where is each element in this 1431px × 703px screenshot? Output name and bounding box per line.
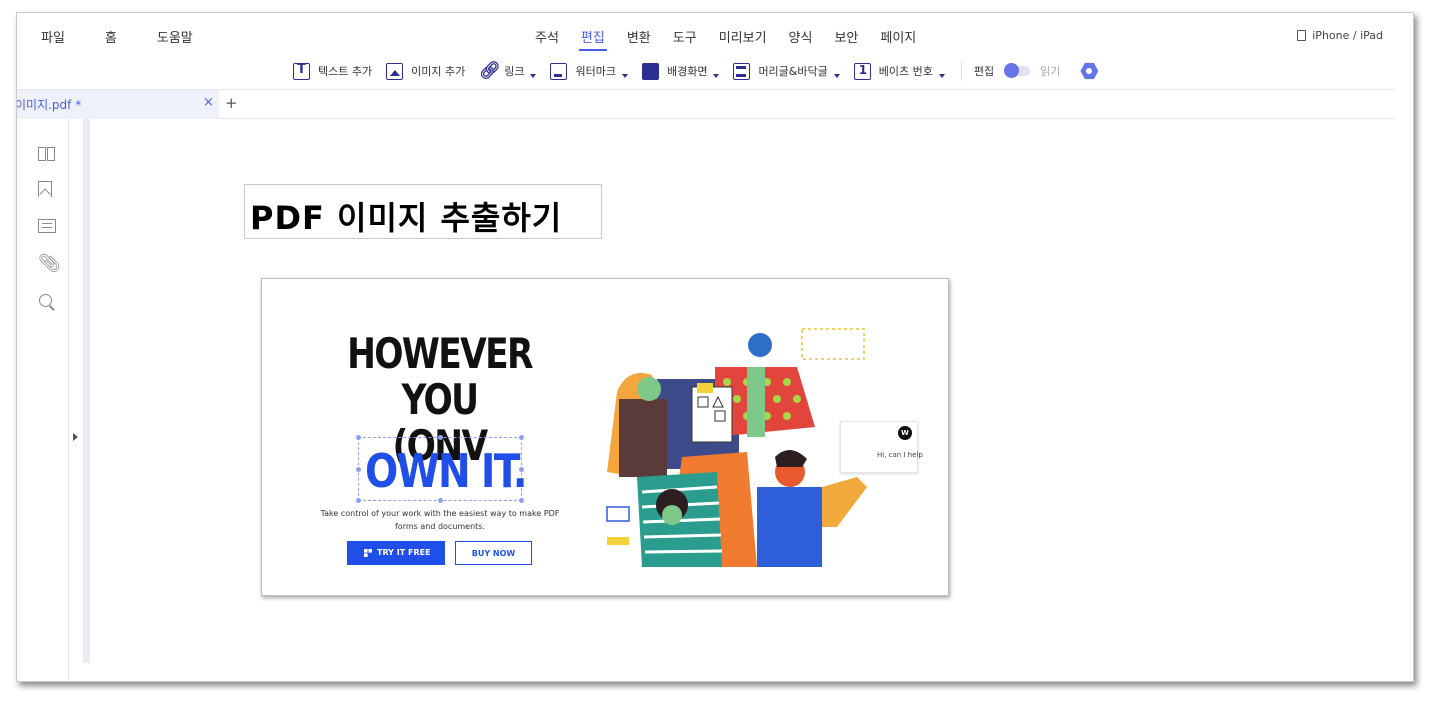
tab-filename: 이미지.pdf * [16, 98, 82, 112]
link-label: 링크 [504, 65, 525, 78]
background-icon [641, 62, 659, 80]
menu-tools[interactable]: 도구 [673, 27, 697, 46]
image-highlight-text: OWN IT. [365, 444, 528, 498]
menu-file[interactable]: 파일 [41, 27, 65, 46]
header-footer-button[interactable]: 머리글&바닥글 [733, 62, 840, 80]
chat-avatar-icon: W [898, 426, 912, 440]
chevron-down-icon [713, 74, 720, 78]
background-button[interactable]: 배경화면 [641, 62, 720, 80]
resize-handle [438, 435, 443, 440]
embedded-image[interactable]: HOWEVER YOU (ONV OWN IT. Take control of… [261, 278, 949, 596]
chevron-down-icon [938, 74, 945, 78]
menu-security[interactable]: 보안 [834, 27, 858, 46]
image-description: Take control of your work with the easie… [320, 509, 560, 531]
arm-shape [822, 477, 867, 527]
watermark-button[interactable]: 워터마크 [550, 62, 628, 80]
tab-bar: 이미지.pdf * × + [17, 89, 1395, 119]
image-try-label: TRY IT FREE [377, 548, 431, 557]
blue-shirt-shape [757, 487, 822, 567]
bates-number-icon [853, 62, 871, 80]
background-label: 배경화면 [666, 65, 708, 78]
resize-handle [519, 467, 524, 472]
mobile-device-icon [1297, 30, 1307, 41]
menu-edit[interactable]: 편집 [578, 27, 607, 51]
jacket-shape [619, 399, 667, 477]
left-sidebar: 📎︎ [17, 119, 69, 681]
resize-handle [519, 498, 524, 503]
app-window: 파일 홈 도움말 주석 편집 변환 도구 미리보기 양식 보안 페이지 iPho… [16, 12, 1414, 682]
chevron-down-icon [833, 74, 840, 78]
menu-convert[interactable]: 변환 [627, 27, 651, 46]
menu-tabs: 주석 편집 변환 도구 미리보기 양식 보안 페이지 [535, 27, 938, 51]
search-icon[interactable] [38, 293, 56, 311]
text-icon [293, 62, 310, 80]
paper-shape [691, 386, 733, 443]
watermark-icon [550, 62, 568, 80]
image-buy-button: BUY NOW [455, 541, 532, 565]
menu-home[interactable]: 홈 [105, 27, 117, 46]
dashed-frame-shape [801, 328, 865, 360]
header-footer-label: 머리글&바닥글 [758, 65, 828, 78]
menu-help[interactable]: 도움말 [157, 27, 193, 46]
device-label: iPhone / iPad [1312, 29, 1383, 42]
toolbar-divider [960, 61, 962, 81]
comment-icon[interactable] [38, 219, 56, 233]
image-highlight-box: OWN IT. [356, 435, 528, 503]
bates-number-label: 베이츠 번호 [878, 65, 933, 78]
resize-handle [356, 467, 361, 472]
menu-comment[interactable]: 주석 [535, 27, 559, 46]
panel-gutter [83, 119, 90, 663]
device-button[interactable]: iPhone / iPad [1297, 29, 1383, 42]
link-button[interactable]: 🔗︎ 링크 [479, 60, 537, 81]
chat-widget: W Hi, can I help [840, 421, 923, 473]
settings-hex-icon[interactable] [1080, 62, 1099, 80]
resize-handle [356, 435, 361, 440]
document-canvas: PDF 이미지 추출하기 HOWEVER YOU (ONV OWN IT. Ta… [91, 119, 1395, 681]
expand-panel-icon[interactable] [73, 433, 78, 441]
header-footer-icon [733, 62, 751, 80]
thumbnails-icon[interactable] [38, 145, 56, 163]
edit-read-toggle[interactable] [1004, 63, 1031, 78]
read-mode-label: 읽기 [1040, 65, 1061, 78]
resize-handle [356, 498, 361, 503]
add-tab-button[interactable]: + [225, 94, 238, 112]
add-image-button[interactable]: 이미지 추가 [386, 62, 466, 80]
edit-toolbar: 텍스트 추가 이미지 추가 🔗︎ 링크 워터마크 배경화면 머리글&바닥글 [293, 59, 1099, 83]
menu-bar: 파일 홈 도움말 주석 편집 변환 도구 미리보기 양식 보안 페이지 iPho… [17, 27, 1413, 51]
add-image-label: 이미지 추가 [411, 65, 466, 78]
resize-handle [519, 435, 524, 440]
image-headline-line1: HOWEVER YOU [347, 329, 533, 424]
chevron-down-icon [621, 74, 628, 78]
image-icon [386, 62, 404, 80]
tie-shape [747, 367, 765, 437]
link-icon: 🔗︎ [479, 60, 501, 81]
head-shape [748, 333, 772, 357]
bookmark-icon[interactable] [38, 181, 52, 197]
note-shape [697, 383, 713, 393]
chat-text: Hi, can I help [877, 451, 923, 459]
edit-mode-label: 편집 [973, 65, 995, 78]
menu-preview[interactable]: 미리보기 [719, 27, 767, 46]
document-title-textbox[interactable]: PDF 이미지 추출하기 [244, 184, 602, 239]
document-tab[interactable]: 이미지.pdf * × [17, 90, 219, 119]
attachment-icon[interactable]: 📎︎ [38, 255, 61, 273]
face-shape [637, 377, 661, 401]
add-text-button[interactable]: 텍스트 추가 [293, 62, 373, 80]
image-try-button: TRY IT FREE [347, 541, 445, 565]
close-icon[interactable]: × [203, 95, 214, 110]
watermark-label: 워터마크 [575, 65, 616, 78]
menu-form[interactable]: 양식 [789, 27, 813, 46]
menu-left: 파일 홈 도움말 [41, 27, 233, 46]
chevron-down-icon [530, 74, 537, 78]
menu-page[interactable]: 페이지 [880, 27, 916, 46]
resize-handle [438, 498, 443, 503]
add-text-label: 텍스트 추가 [318, 65, 373, 78]
bates-number-button[interactable]: 베이츠 번호 [853, 62, 945, 80]
